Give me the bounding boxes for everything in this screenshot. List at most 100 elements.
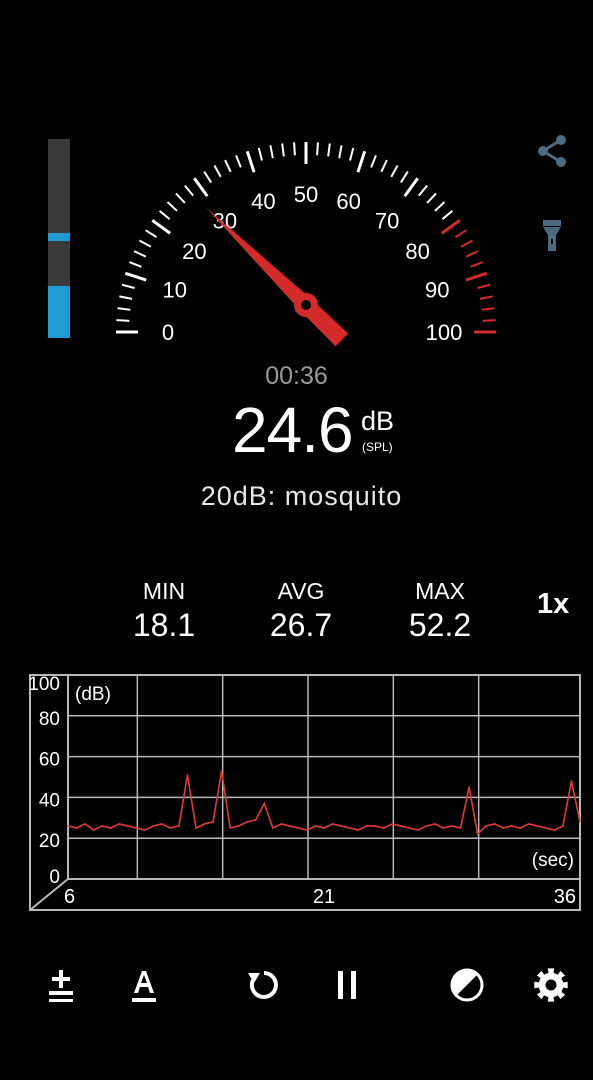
gauge-tick bbox=[128, 261, 142, 268]
gauge-tick bbox=[327, 143, 331, 157]
chart-point bbox=[126, 825, 129, 827]
gauge-tick bbox=[465, 250, 479, 258]
chart-point bbox=[348, 827, 351, 829]
chart-point bbox=[263, 802, 266, 805]
gauge-tick bbox=[349, 147, 355, 161]
chart-x-tick: 6 bbox=[64, 886, 75, 908]
gauge-tick bbox=[370, 154, 377, 168]
gauge-tick bbox=[257, 147, 263, 161]
gauge-label: 80 bbox=[405, 239, 429, 264]
settings-button[interactable] bbox=[526, 960, 576, 1010]
gauge-tick bbox=[481, 307, 495, 311]
gauge-tick bbox=[441, 210, 454, 220]
elapsed-timer: 00:36 bbox=[265, 362, 328, 390]
gauge-tick bbox=[245, 150, 256, 173]
calibrate-button[interactable] bbox=[36, 960, 86, 1010]
chart-point bbox=[220, 770, 223, 772]
chart-point bbox=[229, 827, 231, 829]
gauge-tick bbox=[235, 154, 242, 168]
gauge-tick bbox=[175, 192, 186, 204]
db-unit: dB bbox=[361, 406, 395, 436]
gauge-tick bbox=[338, 145, 343, 159]
gauge-tick bbox=[380, 159, 388, 173]
chart-point bbox=[400, 825, 402, 827]
reset-button[interactable] bbox=[239, 960, 289, 1010]
chart-point bbox=[391, 823, 394, 825]
noise-description: 20dB: mosquito bbox=[200, 481, 403, 511]
chart-point bbox=[485, 825, 487, 827]
db-unit-sub: (SPL) bbox=[362, 440, 393, 454]
stat-max-label: MAX bbox=[415, 578, 465, 604]
chart-y-tick: 40 bbox=[39, 790, 60, 811]
db-reading: 24.6 bbox=[232, 394, 354, 466]
chart-point bbox=[186, 774, 189, 776]
chart-point bbox=[536, 825, 539, 827]
chart-point bbox=[579, 821, 581, 823]
chart-point bbox=[306, 829, 308, 831]
text-button[interactable] bbox=[119, 960, 169, 1010]
pause-icon bbox=[338, 971, 356, 999]
gauge-tick bbox=[151, 219, 171, 235]
gauge-tick bbox=[460, 239, 473, 248]
chart-point bbox=[365, 825, 368, 827]
gauge-tick bbox=[193, 177, 209, 197]
chart-point bbox=[442, 827, 445, 829]
chart-x-label: (sec) bbox=[532, 850, 574, 871]
chart-point bbox=[331, 823, 334, 825]
gauge-tick bbox=[293, 142, 296, 156]
chart-y-tick: 80 bbox=[39, 709, 60, 730]
gauge-label: 100 bbox=[426, 320, 463, 345]
chart-point bbox=[459, 827, 462, 829]
gauge-tick bbox=[390, 165, 399, 178]
chart-point bbox=[374, 825, 377, 827]
chart-x-tick: 21 bbox=[313, 886, 335, 908]
stat-max-value: 52.2 bbox=[408, 607, 472, 643]
chart-point bbox=[417, 829, 419, 831]
pause-button[interactable] bbox=[322, 960, 372, 1010]
gauge-tick bbox=[213, 165, 222, 178]
chart-point bbox=[161, 823, 163, 825]
chart-point bbox=[510, 825, 513, 827]
gauge-hub-center bbox=[301, 300, 311, 310]
chart-point bbox=[135, 827, 138, 829]
chart-point bbox=[340, 825, 342, 827]
gauge-label: 0 bbox=[162, 320, 174, 345]
chart-point bbox=[144, 829, 146, 831]
speed-button[interactable]: 1x bbox=[537, 588, 569, 621]
chart-point bbox=[493, 823, 496, 825]
gauge-tick bbox=[203, 171, 213, 184]
gauge-tick bbox=[117, 307, 131, 311]
plus-minus-icon bbox=[49, 970, 73, 1002]
chart-point bbox=[203, 823, 206, 825]
stat-avg-value: 26.7 bbox=[269, 607, 333, 643]
gauge-tick bbox=[356, 150, 367, 173]
sound-meter-screen: 0 10 20 30 40 50 60 70 80 90 100 00:36 24.6 dB (SP… bbox=[0, 0, 593, 1080]
chart-point bbox=[468, 786, 470, 788]
chart-frame bbox=[29, 674, 581, 911]
chart-axis-diag bbox=[29, 878, 69, 911]
flashlight-icon[interactable] bbox=[534, 218, 570, 254]
share-icon[interactable] bbox=[534, 133, 570, 169]
gauge-tick bbox=[166, 201, 178, 212]
chart-series-line bbox=[67, 770, 581, 836]
gauge-label: 10 bbox=[163, 277, 187, 302]
chart-y-tick: 20 bbox=[39, 831, 60, 852]
gauge-tick bbox=[441, 219, 461, 235]
gauge-tick bbox=[269, 145, 274, 159]
gauge-tick bbox=[224, 159, 232, 173]
chart-point bbox=[272, 827, 274, 829]
chart-point bbox=[280, 823, 283, 825]
gauge-tick bbox=[418, 184, 428, 197]
gauge-tick bbox=[158, 210, 171, 220]
chart-point bbox=[314, 825, 317, 827]
chart-point bbox=[289, 825, 291, 827]
gauge-tick bbox=[316, 142, 319, 156]
chart-y-tick: 0 bbox=[49, 867, 60, 888]
gauge-tick bbox=[281, 143, 285, 157]
theme-button[interactable] bbox=[442, 960, 492, 1010]
chart-x-tick: 36 bbox=[554, 886, 576, 908]
chart-point bbox=[451, 825, 453, 827]
chart-point bbox=[152, 825, 155, 827]
gauge-tick bbox=[477, 283, 491, 289]
stat-avg-label: AVG bbox=[277, 578, 325, 604]
